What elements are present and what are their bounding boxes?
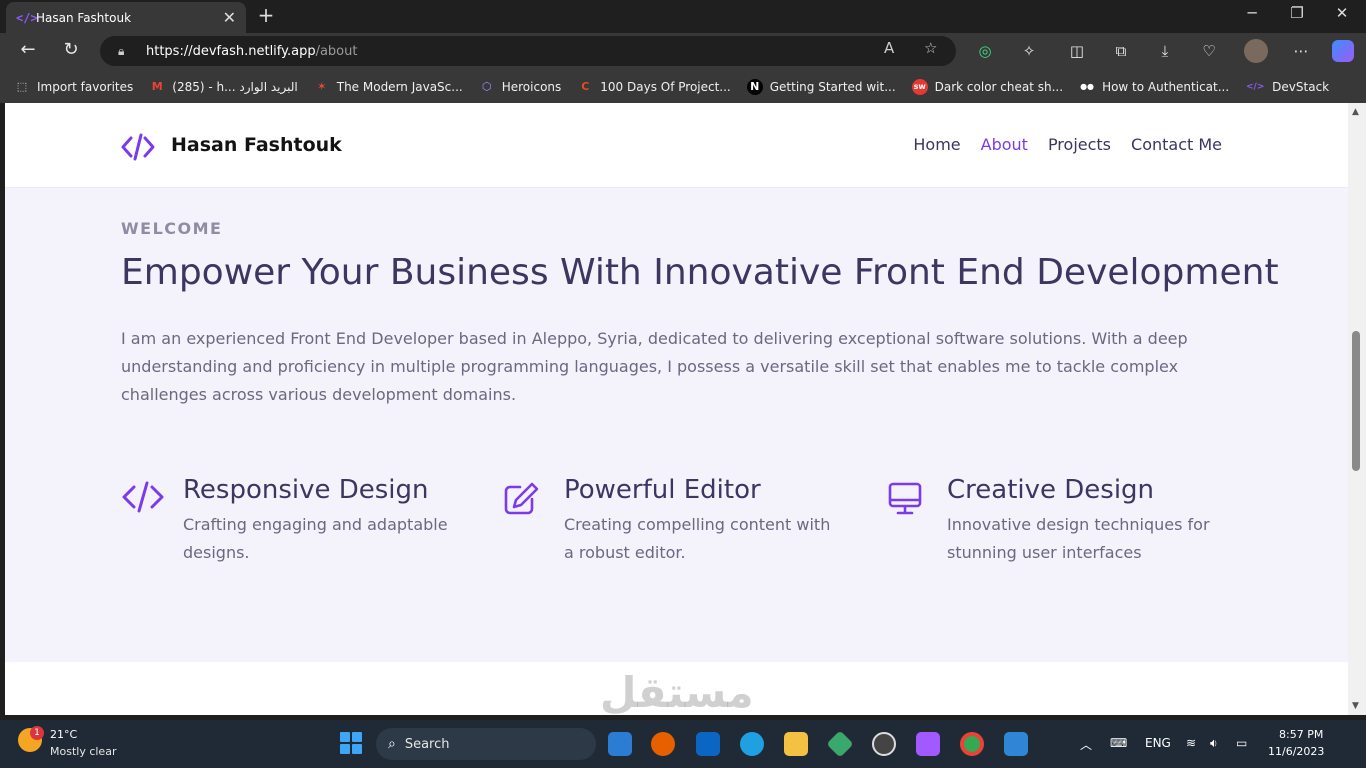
edge-icon[interactable] [740, 732, 764, 756]
nav-home[interactable]: Home [913, 135, 960, 154]
nav-contact[interactable]: Contact Me [1131, 135, 1222, 154]
search-icon: ⌕ [388, 736, 396, 752]
medium-icon: ●● [1080, 81, 1095, 91]
profile-avatar[interactable] [1244, 39, 1268, 63]
brand-name[interactable]: Hasan Fashtouk [171, 134, 342, 156]
download-icon[interactable]: ⤓ [1154, 42, 1176, 60]
chevron-up-icon[interactable]: ︿ [1080, 736, 1092, 753]
feature-title: Powerful Editor [564, 475, 761, 505]
favorite-item[interactable]: C 100 Days Of Project... [577, 79, 731, 95]
feature-title: Creative Design [947, 475, 1155, 505]
favorites-bar: ⬚ Import favorites M (285) - h... البريد ا… [0, 70, 1366, 103]
devstack-icon: </> [1245, 81, 1265, 92]
browser-essentials-icon[interactable]: ♡ [1198, 42, 1220, 60]
intro-paragraph: I am an experienced Front End Developer … [121, 329, 1188, 404]
tab-close-icon[interactable]: ✕ [223, 8, 236, 27]
address-bar[interactable]: 🔒︎ https://devfash.netlify.app/about [100, 36, 956, 66]
nav-about[interactable]: About [981, 135, 1028, 154]
favorite-item[interactable]: ⬡ Heroicons [479, 79, 561, 95]
favorite-item[interactable]: sw Dark color cheat sh... [911, 78, 1063, 95]
feature-desc: Creating compelling content with a robus… [564, 515, 831, 562]
page-title: Empower Your Business With Innovative Fr… [121, 252, 1279, 293]
weather-desc[interactable]: Mostly clear [50, 745, 116, 758]
back-arrow-icon[interactable]: ← [15, 39, 41, 60]
clock-time[interactable]: 8:57 PM [1279, 728, 1323, 741]
favorite-item[interactable]: ✶ The Modern JavaSc... [314, 79, 463, 95]
url-text: https://devfash.netlify.app/about [146, 43, 358, 59]
search-label: Search [404, 736, 450, 752]
import-icon: ⬚ [16, 79, 28, 93]
watermark-logo: مستقل [600, 668, 754, 717]
keyboard-icon[interactable]: ⌨ [1110, 736, 1127, 750]
pencil-square-icon [504, 482, 539, 515]
battery-icon[interactable]: ▭ [1236, 736, 1247, 750]
read-aloud-icon[interactable]: A [884, 39, 894, 57]
scroll-up-icon[interactable]: ▲ [1352, 107, 1359, 117]
volume-icon[interactable]: 🔉︎ [1210, 736, 1218, 751]
scroll-thumb[interactable] [1352, 331, 1360, 471]
extension-ring-icon[interactable]: ◎ [974, 42, 996, 60]
heroicons-icon: ⬡ [481, 79, 492, 93]
linkedin-icon[interactable] [696, 732, 720, 756]
tab-active[interactable]: </> Hasan Fashtouk ✕ [6, 2, 246, 33]
language-indicator[interactable]: ENG [1145, 736, 1171, 750]
favorite-star-icon[interactable]: ☆ [924, 39, 937, 57]
scroll-down-icon[interactable]: ▼ [1352, 701, 1359, 711]
lock-icon: 🔒︎ [118, 43, 125, 58]
favorite-item[interactable]: </> DevStack [1245, 79, 1329, 95]
taskbar-search[interactable]: ⌕ Search [376, 728, 596, 760]
favorite-item[interactable]: M (285) - h... البريد الوارد [149, 79, 298, 95]
welcome-eyebrow: WELCOME [121, 219, 223, 238]
collections-icon[interactable]: ⧉ [1110, 42, 1132, 60]
window-close-icon[interactable]: ✕ [1330, 4, 1354, 22]
copilot-icon[interactable] [1332, 40, 1354, 62]
favorite-item[interactable]: ⬚ Import favorites [14, 79, 133, 95]
main-nav: Home About Projects Contact Me [893, 135, 1222, 154]
favorite-item[interactable]: N Getting Started wit... [746, 78, 896, 95]
wifi-icon[interactable]: ≋ [1186, 736, 1196, 750]
file-explorer-icon[interactable] [784, 732, 808, 756]
clock-date[interactable]: 11/6/2023 [1268, 745, 1324, 758]
weather-temp[interactable]: 21°C [50, 728, 77, 741]
address-toolbar: ← ↻ 🔒︎ https://devfash.netlify.app/about… [0, 33, 1366, 70]
favorite-item[interactable]: ●● How to Authenticat... [1079, 79, 1229, 95]
tab-favicon-icon: </> [16, 10, 38, 25]
chrome-icon[interactable] [960, 732, 984, 756]
extensions-puzzle-icon[interactable]: ✧ [1018, 42, 1040, 60]
page-viewport: Hasan Fashtouk Home About Projects Conta… [5, 103, 1348, 715]
javascript-info-icon: ✶ [317, 79, 327, 93]
vscode-icon[interactable] [608, 732, 632, 756]
monitor-icon [888, 482, 922, 515]
site-header: Hasan Fashtouk Home About Projects Conta… [5, 103, 1348, 188]
firefox-icon[interactable] [651, 732, 675, 756]
tab-bar: </> Hasan Fashtouk ✕ + ─ ❐ ✕ [0, 0, 1366, 33]
split-screen-icon[interactable]: ◫ [1066, 42, 1088, 60]
taskbar: 1 21°C Mostly clear ⌕ Search ︿ ⌨ ENG ≋ 🔉… [0, 720, 1366, 768]
windows-start-icon[interactable] [340, 732, 362, 754]
minimize-icon[interactable]: ─ [1240, 4, 1264, 22]
sw-icon: sw [911, 78, 928, 95]
feature-desc: Crafting engaging and adaptable designs. [183, 515, 448, 562]
refresh-icon[interactable]: ↻ [58, 39, 84, 60]
media-player-icon[interactable] [872, 732, 896, 756]
more-menu-icon[interactable]: ⋯ [1290, 42, 1312, 60]
gmail-icon: M [151, 79, 163, 93]
page-scrollbar[interactable]: ▲ ▼ [1348, 103, 1366, 715]
sourcetree-icon[interactable] [826, 730, 854, 758]
feature-title: Responsive Design [183, 475, 429, 505]
weather-badge: 1 [30, 726, 44, 740]
nextjs-icon: N [746, 78, 763, 95]
feature-desc: Innovative design techniques for stunnin… [947, 515, 1210, 562]
tab-title: Hasan Fashtouk [36, 10, 132, 25]
figma-icon[interactable] [916, 732, 940, 756]
photos-icon[interactable] [1004, 732, 1028, 756]
code-logo-icon[interactable] [120, 133, 156, 161]
nav-projects[interactable]: Projects [1048, 135, 1111, 154]
code-icon [122, 481, 164, 513]
maximize-icon[interactable]: ❐ [1285, 4, 1309, 22]
new-tab-button[interactable]: + [254, 3, 278, 27]
100days-icon: C [581, 79, 590, 93]
